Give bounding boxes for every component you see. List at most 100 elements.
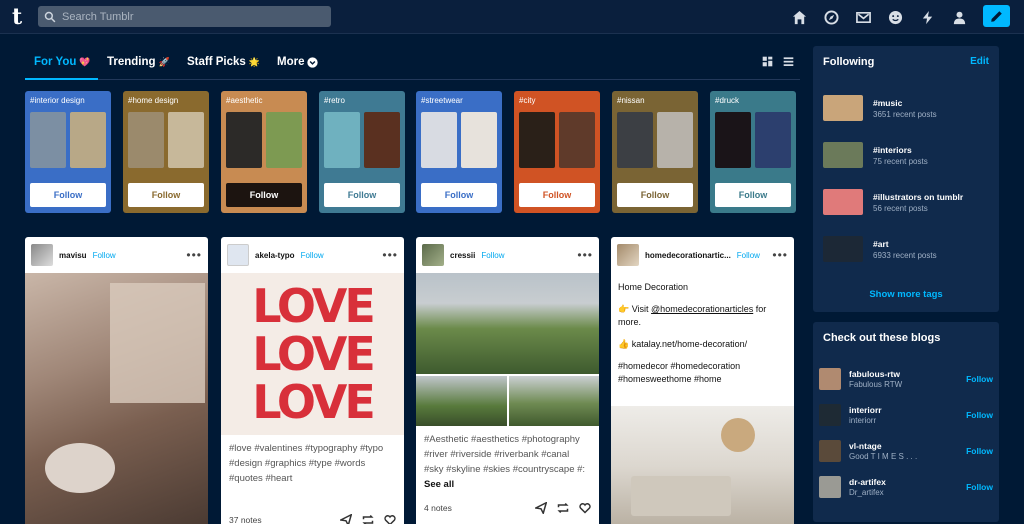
followed-tag[interactable]: #interiors 75 recent posts	[823, 141, 928, 169]
tag-thumbnail[interactable]	[266, 112, 302, 168]
tag-thumbnail[interactable]	[421, 112, 457, 168]
post-follow-link[interactable]: Follow	[737, 251, 760, 260]
tab-more[interactable]: More	[277, 56, 319, 68]
post-image[interactable]	[508, 376, 599, 426]
activity-icon[interactable]	[916, 6, 938, 28]
more-options-icon[interactable]: •••	[772, 249, 788, 261]
follow-tag-button[interactable]: Follow	[324, 183, 400, 207]
tag-thumbnail[interactable]	[519, 112, 555, 168]
follow-tag-button[interactable]: Follow	[128, 183, 204, 207]
tag-list[interactable]: #Aesthetic #aesthetics #photography #riv…	[424, 434, 585, 475]
share-icon[interactable]	[535, 502, 547, 514]
tag-thumbnail[interactable]	[755, 112, 791, 168]
post-follow-link[interactable]: Follow	[93, 251, 116, 260]
recommended-blog[interactable]: dr-artifex Dr_artifex Follow	[819, 474, 993, 500]
follow-blog-button[interactable]: Follow	[966, 482, 993, 492]
tag-thumbnail[interactable]	[70, 112, 106, 168]
recommended-blog[interactable]: interiorr interiorr Follow	[819, 402, 993, 428]
reblog-icon[interactable]	[557, 502, 569, 514]
blog-name[interactable]: interiorr	[849, 405, 882, 415]
blog-name[interactable]: fabulous-rtw	[849, 369, 902, 379]
tag-card[interactable]: #streetwear Follow	[416, 91, 502, 213]
account-icon[interactable]	[948, 6, 970, 28]
follow-tag-button[interactable]: Follow	[617, 183, 693, 207]
post-link-line[interactable]: 👍 katalay.net/home-decoration/	[618, 338, 787, 351]
inbox-icon[interactable]	[852, 6, 874, 28]
tag-thumbnail[interactable]	[168, 112, 204, 168]
tumblr-logo[interactable]: t	[12, 3, 22, 31]
post-card[interactable]: akela-typo Follow ••• LOVE LOVE LOVE #lo…	[221, 237, 404, 524]
explore-icon[interactable]	[820, 6, 842, 28]
follow-tag-button[interactable]: Follow	[226, 183, 302, 207]
post-card[interactable]: cressii Follow ••• #Aesthetic #aesthetic…	[416, 237, 599, 524]
post-image[interactable]	[25, 273, 208, 524]
list-view-icon[interactable]	[783, 56, 794, 67]
blog-name[interactable]: dr-artifex	[849, 477, 886, 487]
more-options-icon[interactable]: •••	[382, 249, 398, 261]
recommended-blog[interactable]: fabulous-rtw Fabulous RTW Follow	[819, 366, 993, 392]
tab-trending[interactable]: Trending 🚀	[107, 56, 170, 68]
post-username[interactable]: cressii	[450, 251, 475, 260]
notes-count[interactable]: 37 notes	[229, 515, 262, 524]
like-icon[interactable]	[579, 502, 591, 514]
avatar[interactable]	[819, 368, 841, 390]
see-all-link[interactable]: See all	[424, 479, 454, 490]
like-icon[interactable]	[384, 514, 396, 524]
recommended-blog[interactable]: vl-ntage Good T I M E S . . . Follow	[819, 438, 993, 464]
tag-thumbnail[interactable]	[324, 112, 360, 168]
edit-following-button[interactable]: Edit	[970, 56, 989, 67]
post-image[interactable]	[416, 273, 599, 374]
post-tags[interactable]: #homedecor #homedecoration #homesweethom…	[618, 360, 787, 386]
post-image[interactable]: LOVE LOVE LOVE	[221, 273, 404, 435]
grid-view-icon[interactable]	[762, 56, 773, 67]
post-card[interactable]: mavisu Follow •••	[25, 237, 208, 524]
share-icon[interactable]	[340, 514, 352, 524]
avatar[interactable]	[819, 440, 841, 462]
post-username[interactable]: mavisu	[59, 251, 87, 260]
avatar[interactable]	[819, 404, 841, 426]
reblog-icon[interactable]	[362, 514, 374, 524]
post-username[interactable]: akela-typo	[255, 251, 295, 260]
follow-blog-button[interactable]: Follow	[966, 446, 993, 456]
post-image[interactable]	[611, 406, 794, 524]
tag-card[interactable]: #home design Follow	[123, 91, 209, 213]
post-follow-link[interactable]: Follow	[301, 251, 324, 260]
tag-thumbnail[interactable]	[715, 112, 751, 168]
tag-thumbnail[interactable]	[364, 112, 400, 168]
tab-for-you[interactable]: For You 💖	[34, 56, 91, 68]
follow-blog-button[interactable]: Follow	[966, 374, 993, 384]
search-input[interactable]	[62, 10, 312, 23]
avatar[interactable]	[819, 476, 841, 498]
avatar[interactable]	[227, 244, 249, 266]
post-username[interactable]: homedecorationartic...	[645, 251, 731, 260]
post-tags[interactable]: #Aesthetic #aesthetics #photography #riv…	[416, 426, 599, 492]
follow-blog-button[interactable]: Follow	[966, 410, 993, 420]
tag-thumbnail[interactable]	[461, 112, 497, 168]
followed-tag[interactable]: #music 3651 recent posts	[823, 94, 937, 122]
tag-card[interactable]: #interior design Follow	[25, 91, 111, 213]
search-box[interactable]	[38, 6, 331, 27]
post-image[interactable]	[416, 376, 507, 426]
tag-card[interactable]: #city Follow	[514, 91, 600, 213]
messages-icon[interactable]	[884, 6, 906, 28]
post-follow-link[interactable]: Follow	[481, 251, 504, 260]
tag-thumbnail[interactable]	[617, 112, 653, 168]
home-icon[interactable]	[788, 6, 810, 28]
follow-tag-button[interactable]: Follow	[421, 183, 497, 207]
tag-thumbnail[interactable]	[559, 112, 595, 168]
show-more-tags-button[interactable]: Show more tags	[813, 289, 999, 300]
followed-tag[interactable]: #art 6933 recent posts	[823, 235, 937, 263]
follow-tag-button[interactable]: Follow	[519, 183, 595, 207]
post-tags[interactable]: #love #valentines #typography #typo #des…	[221, 435, 404, 486]
more-options-icon[interactable]: •••	[186, 249, 202, 261]
tag-thumbnail[interactable]	[226, 112, 262, 168]
tab-staff-picks[interactable]: Staff Picks 🌟	[187, 56, 260, 68]
blog-mention-link[interactable]: @homedecorationarticles	[651, 304, 753, 314]
post-card[interactable]: homedecorationartic... Follow ••• Home D…	[611, 237, 794, 524]
follow-tag-button[interactable]: Follow	[30, 183, 106, 207]
notes-count[interactable]: 4 notes	[424, 503, 452, 513]
tag-card[interactable]: #druck Follow	[710, 91, 796, 213]
tag-thumbnail[interactable]	[657, 112, 693, 168]
tag-thumbnail[interactable]	[30, 112, 66, 168]
blog-name[interactable]: vl-ntage	[849, 441, 917, 451]
